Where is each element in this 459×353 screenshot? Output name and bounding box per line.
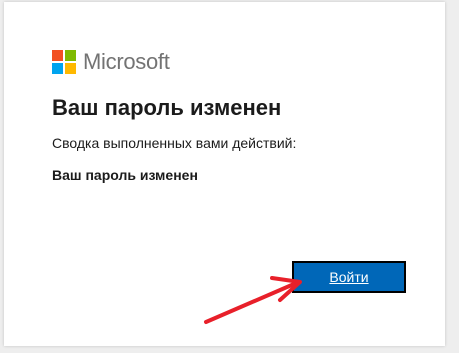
page-title: Ваш пароль изменен <box>52 95 282 120</box>
summary-label: Сводка выполненных вами действий: <box>52 135 297 151</box>
microsoft-logo: Microsoft <box>52 50 170 74</box>
page: Microsoft Ваш пароль изменен Сводка выпо… <box>0 0 459 353</box>
dialog-card: Microsoft Ваш пароль изменен Сводка выпо… <box>4 2 445 346</box>
logo-text: Microsoft <box>83 49 170 74</box>
microsoft-logo-icon <box>52 50 76 74</box>
signin-button[interactable]: Войти <box>292 261 406 293</box>
action-item: Ваш пароль изменен <box>52 167 198 183</box>
